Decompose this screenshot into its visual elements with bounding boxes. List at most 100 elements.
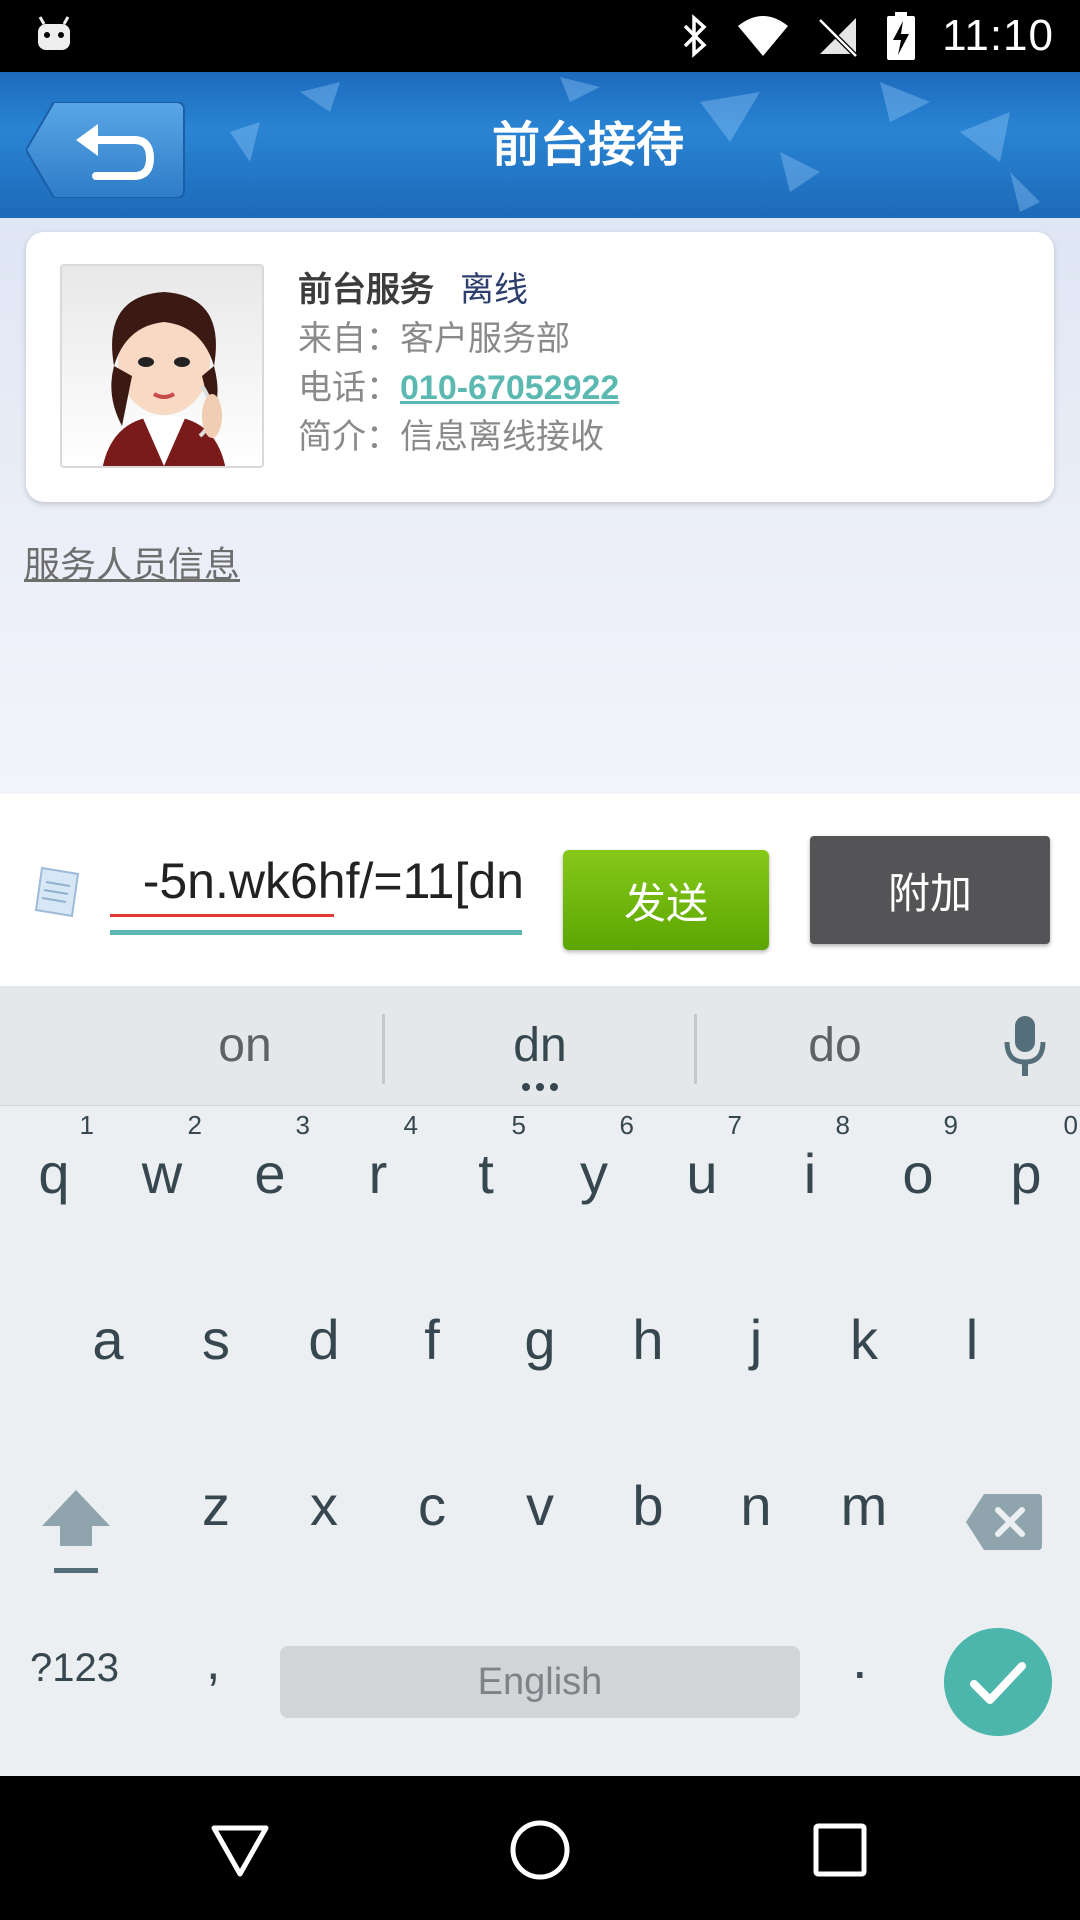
spellcheck-underline bbox=[110, 914, 334, 917]
key-w[interactable]: w2 bbox=[108, 1106, 216, 1236]
period-key[interactable]: . bbox=[852, 1626, 868, 1691]
key-char: k bbox=[850, 1308, 878, 1371]
home-circle-icon[interactable] bbox=[508, 1818, 572, 1882]
key-char: y bbox=[580, 1142, 608, 1205]
key-char: p bbox=[1010, 1142, 1042, 1205]
key-u[interactable]: u7 bbox=[648, 1106, 756, 1236]
contact-status: 离线 bbox=[460, 270, 528, 310]
key-r[interactable]: r4 bbox=[324, 1106, 432, 1236]
key-j[interactable]: j bbox=[702, 1272, 810, 1402]
suggestion-divider bbox=[382, 1014, 385, 1084]
key-p[interactable]: p0 bbox=[972, 1106, 1080, 1236]
key-h[interactable]: h bbox=[594, 1272, 702, 1402]
attach-button[interactable]: 附加 bbox=[810, 836, 1050, 944]
comma-key[interactable]: , bbox=[206, 1632, 220, 1692]
key-char: t bbox=[478, 1142, 494, 1205]
contact-intro-row: 简介：信息离线接收 bbox=[298, 413, 619, 462]
key-t[interactable]: t5 bbox=[432, 1106, 540, 1236]
key-a[interactable]: a bbox=[54, 1272, 162, 1402]
enter-key[interactable] bbox=[944, 1628, 1052, 1736]
key-n[interactable]: n bbox=[702, 1438, 810, 1568]
key-g[interactable]: g bbox=[486, 1272, 594, 1402]
bluetooth-icon bbox=[683, 14, 707, 58]
phone-label: 电话： bbox=[298, 368, 400, 408]
key-o[interactable]: o9 bbox=[864, 1106, 972, 1236]
notepad-icon[interactable] bbox=[28, 862, 86, 920]
key-char: d bbox=[308, 1308, 340, 1371]
key-z[interactable]: z bbox=[162, 1438, 270, 1568]
key-m[interactable]: m bbox=[810, 1438, 918, 1568]
symbols-key[interactable]: ?123 bbox=[30, 1646, 119, 1691]
key-char: o bbox=[902, 1142, 934, 1205]
key-char: g bbox=[524, 1308, 556, 1371]
key-char: s bbox=[202, 1308, 230, 1371]
key-char: b bbox=[632, 1474, 664, 1537]
key-k[interactable]: k bbox=[810, 1272, 918, 1402]
phone-link[interactable]: 010-67052922 bbox=[400, 369, 619, 407]
key-y[interactable]: y6 bbox=[540, 1106, 648, 1236]
contact-card: 前台服务 离线 来自：客户服务部 电话：010-67052922 简介：信息离线接… bbox=[26, 232, 1054, 502]
navigation-bar bbox=[0, 1776, 1080, 1920]
contact-phone-row: 电话：010-67052922 bbox=[298, 364, 619, 413]
key-s[interactable]: s bbox=[162, 1272, 270, 1402]
key-v[interactable]: v bbox=[486, 1438, 594, 1568]
android-icon bbox=[38, 16, 70, 50]
key-f[interactable]: f bbox=[378, 1272, 486, 1402]
contact-info: 前台服务 离线 来自：客户服务部 电话：010-67052922 简介：信息离线接… bbox=[298, 266, 619, 462]
key-number: 6 bbox=[619, 1110, 634, 1140]
key-x[interactable]: x bbox=[270, 1438, 378, 1568]
no-sim-icon bbox=[818, 18, 858, 58]
app-header: 前台接待 bbox=[0, 72, 1080, 218]
key-char: v bbox=[526, 1474, 554, 1537]
key-b[interactable]: b bbox=[594, 1438, 702, 1568]
key-number: 5 bbox=[511, 1110, 526, 1140]
soft-keyboard: on d n do q1 w2 e3 r4 t5 y6 u7 i8 o9 p0 a… bbox=[0, 986, 1080, 1776]
key-number: 4 bbox=[403, 1110, 418, 1140]
service-info-link[interactable]: 服务人员信息 bbox=[24, 536, 240, 588]
key-char: z bbox=[202, 1474, 230, 1537]
key-i[interactable]: i8 bbox=[756, 1106, 864, 1236]
shift-key[interactable] bbox=[36, 1486, 116, 1576]
content-area: 前台服务 离线 来自：客户服务部 电话：010-67052922 简介：信息离线接… bbox=[0, 218, 1080, 794]
backspace-key[interactable] bbox=[966, 1494, 1042, 1550]
key-char: f bbox=[424, 1308, 440, 1371]
backspace-icon bbox=[966, 1494, 1042, 1550]
send-button[interactable]: 发送 bbox=[563, 850, 769, 950]
more-suggestions-dots bbox=[522, 1083, 558, 1091]
contact-name-row: 前台服务 离线 bbox=[298, 266, 619, 315]
input-underline bbox=[110, 930, 522, 935]
key-c[interactable]: c bbox=[378, 1438, 486, 1568]
contact-from-row: 来自：客户服务部 bbox=[298, 315, 619, 364]
battery-charging-icon bbox=[887, 12, 916, 60]
key-char: j bbox=[749, 1308, 763, 1371]
suggestion-3[interactable]: do bbox=[700, 986, 970, 1106]
clock: 11:10 bbox=[942, 11, 1054, 60]
key-char: e bbox=[254, 1142, 286, 1205]
key-l[interactable]: l bbox=[918, 1272, 1026, 1402]
back-triangle-icon[interactable] bbox=[208, 1818, 272, 1882]
intro-value: 信息离线接收 bbox=[400, 417, 604, 457]
avatar bbox=[60, 264, 264, 468]
intro-label: 简介： bbox=[298, 417, 400, 457]
key-char: x bbox=[310, 1474, 338, 1537]
key-char: u bbox=[686, 1142, 718, 1205]
space-key[interactable]: English bbox=[280, 1646, 800, 1718]
recents-square-icon[interactable] bbox=[808, 1818, 872, 1882]
contact-name: 前台服务 bbox=[298, 270, 434, 310]
key-number: 1 bbox=[79, 1110, 94, 1140]
key-char: r bbox=[368, 1142, 388, 1205]
key-char: c bbox=[418, 1474, 446, 1537]
key-d[interactable]: d bbox=[270, 1272, 378, 1402]
key-char: l bbox=[965, 1308, 979, 1371]
key-number: 3 bbox=[295, 1110, 310, 1140]
status-bar: 11:10 bbox=[0, 0, 1080, 72]
microphone-icon[interactable] bbox=[1000, 1014, 1050, 1078]
message-input-bar: -5n.wk6hf/=11[dn 发送 附加 bbox=[0, 794, 1080, 986]
suggestion-1[interactable]: on bbox=[100, 986, 390, 1106]
key-e[interactable]: e3 bbox=[216, 1106, 324, 1236]
key-q[interactable]: q1 bbox=[0, 1106, 108, 1236]
from-label: 来自： bbox=[298, 319, 400, 359]
wifi-icon bbox=[738, 16, 789, 56]
key-char: w bbox=[141, 1142, 183, 1205]
from-value: 客户服务部 bbox=[400, 319, 570, 359]
